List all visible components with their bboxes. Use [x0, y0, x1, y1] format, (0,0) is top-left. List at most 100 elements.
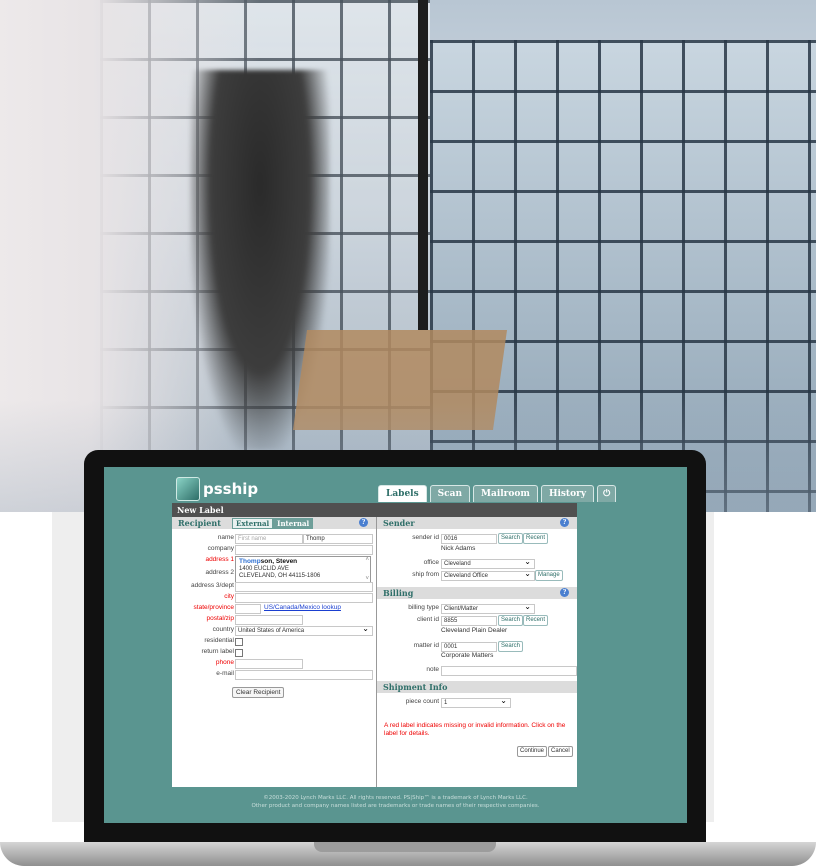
recipient-header: Recipient External Internal ?: [172, 517, 376, 529]
country-select[interactable]: United States of America: [235, 626, 373, 636]
office-label: office: [423, 559, 439, 566]
client-id-input[interactable]: 8855: [441, 616, 497, 626]
office-row: office Cleveland: [377, 558, 577, 569]
billing-type-row: billing type Client/Matter: [377, 603, 577, 614]
cancel-button[interactable]: Cancel: [548, 746, 573, 757]
note-input[interactable]: [441, 666, 577, 676]
suggestion-match: Thomp: [239, 558, 261, 565]
sender-id-row: sender id 0016 Search Recent: [377, 533, 577, 544]
billing-type-label: billing type: [408, 604, 439, 611]
client-search-button[interactable]: Search: [498, 615, 524, 626]
shipment-header: Shipment Info: [377, 681, 577, 693]
recipient-heading: Recipient: [178, 518, 221, 528]
psship-logo: psship: [176, 477, 258, 501]
tab-history[interactable]: History: [540, 485, 595, 502]
laptop-notch: [314, 842, 496, 852]
hero-photo: [0, 0, 816, 512]
toggle-internal[interactable]: Internal: [273, 518, 314, 529]
address1-label[interactable]: address 1: [205, 555, 234, 565]
note-row: note: [377, 665, 577, 676]
client-recent-button[interactable]: Recent: [523, 615, 549, 626]
phone-row: phone: [172, 658, 376, 669]
company-row: company: [172, 544, 376, 555]
first-name-input[interactable]: First name: [235, 534, 303, 544]
sender-id-input[interactable]: 0016: [441, 534, 497, 544]
phone-input[interactable]: [235, 659, 303, 669]
state-label[interactable]: state/province: [194, 603, 234, 613]
ship-from-label: ship from: [412, 571, 439, 578]
tab-labels[interactable]: Labels: [378, 485, 427, 502]
logo-icon: [176, 477, 200, 501]
state-lookup-link[interactable]: US/Canada/Mexico lookup: [264, 603, 341, 613]
residential-label: residential: [204, 637, 234, 644]
address2-label: address 2: [205, 569, 234, 576]
sender-heading: Sender: [383, 518, 415, 528]
company-input[interactable]: [235, 545, 373, 555]
help-icon[interactable]: ?: [560, 588, 569, 597]
country-row: country United States of America: [172, 625, 376, 636]
ship-from-select[interactable]: Cleveland Office: [441, 571, 535, 581]
address2-row: address 2: [172, 568, 376, 578]
company-label: company: [207, 545, 234, 552]
footer-trademarks: Other product and company names listed a…: [251, 803, 540, 809]
billing-type-select[interactable]: Client/Matter: [441, 604, 535, 614]
postal-label[interactable]: postal/zip: [207, 614, 234, 624]
note-label: note: [426, 666, 439, 673]
manage-button[interactable]: Manage: [535, 570, 563, 581]
sender-search-button[interactable]: Search: [498, 533, 524, 544]
country-label: country: [212, 626, 234, 633]
piece-count-select[interactable]: 1: [441, 698, 511, 708]
ship-from-row: ship from Cleveland Office Manage: [377, 570, 577, 581]
city-label[interactable]: city: [224, 592, 234, 602]
suggestion-name-rest: son, Steven: [260, 558, 298, 565]
window-pole: [418, 0, 428, 330]
residential-checkbox[interactable]: [235, 638, 243, 646]
help-icon[interactable]: ?: [359, 518, 368, 527]
billing-header: Billing ?: [377, 587, 577, 599]
suggestion-name[interactable]: Thompson, Steven: [236, 557, 370, 566]
power-icon[interactable]: ⏻: [597, 485, 617, 502]
residential-row: residential: [172, 636, 376, 646]
piece-count-label: piece count: [405, 698, 439, 705]
email-row: e-mail: [172, 669, 376, 680]
matter-id-label: matter id: [413, 642, 439, 649]
scroll-up-icon[interactable]: ˄: [365, 557, 369, 563]
email-label: e-mail: [216, 670, 234, 677]
postal-input[interactable]: [235, 615, 303, 625]
sender-header: Sender ?: [377, 517, 577, 529]
tab-scan[interactable]: Scan: [429, 485, 471, 502]
matter-name: Corporate Matters: [441, 652, 494, 659]
sender-id-label: sender id: [412, 534, 439, 541]
address3-input[interactable]: [235, 582, 373, 592]
return-label-label: return label: [201, 648, 234, 655]
matter-search-button[interactable]: Search: [498, 641, 524, 652]
city-row: city: [172, 592, 376, 603]
office-select[interactable]: Cleveland: [441, 559, 535, 569]
client-id-row: client id 8855 Search Recent: [377, 615, 577, 626]
sender-name: Nick Adams: [441, 545, 476, 552]
toggle-external[interactable]: External: [232, 518, 274, 529]
recipient-type-toggle: External Internal: [232, 518, 314, 529]
sender-recent-button[interactable]: Recent: [523, 533, 549, 544]
return-label-checkbox[interactable]: [235, 649, 243, 657]
laptop-base: [0, 842, 816, 866]
footer: ©2003-2020 Lynch Marks LLC. All rights r…: [104, 794, 687, 810]
last-name-input[interactable]: Thomp: [303, 534, 373, 544]
piece-count-row: piece count 1: [377, 697, 577, 708]
tab-mailroom[interactable]: Mailroom: [473, 485, 538, 502]
continue-button[interactable]: Continue: [517, 746, 548, 757]
address3-row: address 3/dept: [172, 581, 376, 592]
email-input[interactable]: [235, 670, 373, 680]
state-input[interactable]: [235, 604, 261, 614]
brand-name: psship: [203, 480, 259, 498]
shipment-heading: Shipment Info: [383, 682, 448, 692]
city-input[interactable]: [235, 593, 373, 603]
client-id-label: client id: [416, 616, 439, 623]
phone-label[interactable]: phone: [216, 658, 234, 668]
postal-row: postal/zip: [172, 614, 376, 625]
footer-copyright: ©2003-2020 Lynch Marks LLC. All rights r…: [263, 795, 528, 801]
validation-warning: A red label indicates missing or invalid…: [384, 722, 566, 737]
clear-recipient-button[interactable]: Clear Recipient: [232, 687, 285, 698]
laptop-screen: psship Labels Scan Mailroom History ⏻ Ne…: [104, 467, 687, 823]
help-icon[interactable]: ?: [560, 518, 569, 527]
